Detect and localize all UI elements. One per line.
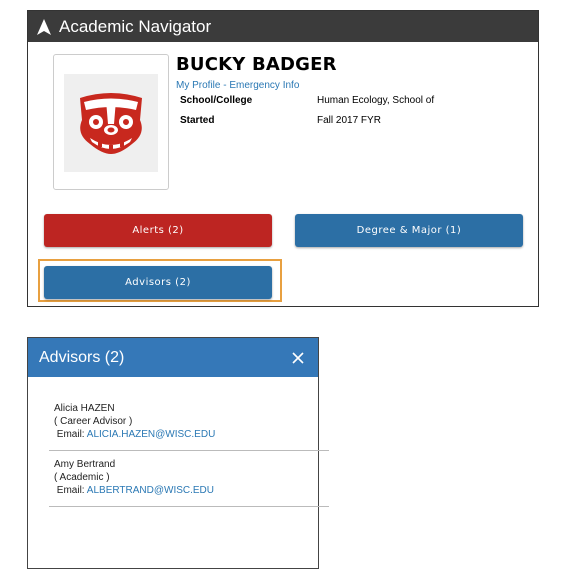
- degree-major-button[interactable]: Degree & Major (1): [295, 214, 523, 247]
- my-profile-link[interactable]: My Profile: [176, 80, 220, 91]
- school-college-label: School/College: [180, 95, 253, 106]
- advisor-name: Alicia HAZEN: [54, 403, 115, 414]
- advisor-email-link[interactable]: ALBERTRAND@WISC.EDU: [87, 485, 214, 496]
- emergency-info-link[interactable]: Emergency Info: [229, 80, 299, 91]
- advisor-email-line: Email: ALBERTRAND@WISC.EDU: [54, 484, 303, 497]
- email-label: Email:: [56, 429, 87, 440]
- bucky-badger-logo: [64, 74, 158, 172]
- advisor-entry: Amy Bertrand ( Academic ) Email: ALBERTR…: [54, 458, 303, 497]
- advisor-role: ( Career Advisor ): [54, 416, 133, 427]
- email-label: Email:: [56, 485, 87, 496]
- link-separator: -: [220, 80, 230, 91]
- advisors-modal: Advisors (2) Alicia HAZEN ( Career Advis…: [27, 337, 329, 569]
- advisor-email-link[interactable]: ALICIA.HAZEN@WISC.EDU: [87, 429, 216, 440]
- advisors-button[interactable]: Advisors (2): [44, 266, 272, 299]
- advisor-divider: [49, 450, 329, 451]
- advisor-role: ( Academic ): [54, 472, 110, 483]
- app-title: Academic Navigator: [59, 16, 212, 36]
- advisor-name: Amy Bertrand: [54, 459, 116, 470]
- started-label: Started: [180, 115, 215, 126]
- advisor-entry: Alicia HAZEN ( Career Advisor ) Email: A…: [54, 402, 303, 441]
- advisor-email-line: Email: ALICIA.HAZEN@WISC.EDU: [54, 428, 303, 441]
- advisor-divider: [49, 506, 329, 507]
- started-value: Fall 2017 FYR: [317, 115, 381, 126]
- close-icon[interactable]: [290, 350, 306, 366]
- alerts-button[interactable]: Alerts (2): [44, 214, 272, 247]
- navigation-arrow-icon: [37, 18, 55, 36]
- school-college-value: Human Ecology, School of: [317, 95, 435, 106]
- profile-links: My Profile - Emergency Info: [176, 80, 299, 91]
- profile-photo-card: [53, 54, 169, 190]
- app-titlebar: Academic Navigator: [28, 11, 538, 42]
- student-name: BUCKY BADGER: [176, 54, 337, 75]
- modal-title: Advisors (2): [39, 348, 125, 366]
- academic-navigator-panel: Academic Navigator BUCKY BADGER My Profi…: [27, 10, 539, 307]
- modal-header: Advisors (2): [28, 338, 318, 377]
